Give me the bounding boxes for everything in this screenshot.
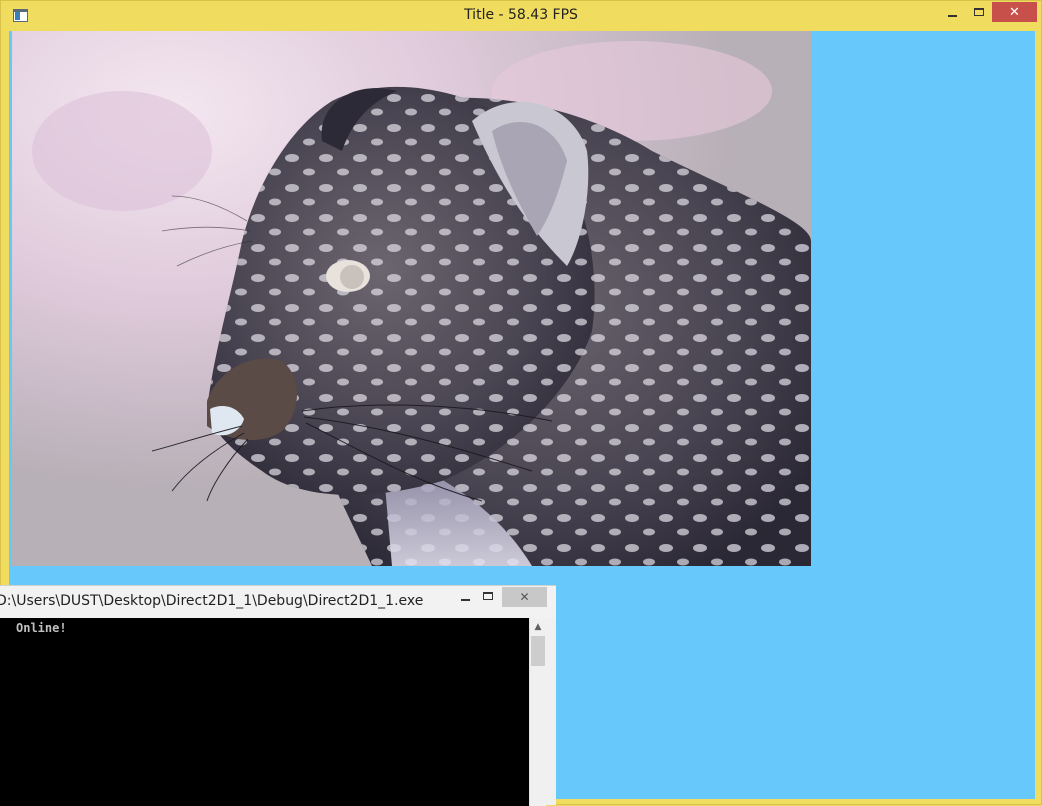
console-close-button[interactable]: ✕ xyxy=(502,587,547,607)
console-window: D:\Users\DUST\Desktop\Direct2D1_1\Debug\… xyxy=(0,585,556,806)
console-titlebar[interactable]: D:\Users\DUST\Desktop\Direct2D1_1\Debug\… xyxy=(0,586,556,618)
minimize-button[interactable] xyxy=(939,2,965,22)
chevron-up-icon: ▲ xyxy=(534,621,542,632)
console-line: Online! xyxy=(16,621,67,635)
console-scrollbar[interactable]: ▲ xyxy=(529,618,546,806)
console-maximize-button[interactable] xyxy=(476,586,500,606)
scroll-thumb[interactable] xyxy=(531,636,545,666)
close-icon: ✕ xyxy=(519,590,530,604)
leopard-bitmap xyxy=(12,31,811,566)
maximize-icon xyxy=(974,8,984,16)
scroll-up-button[interactable]: ▲ xyxy=(530,618,546,635)
console-title: D:\Users\DUST\Desktop\Direct2D1_1\Debug\… xyxy=(0,593,424,609)
console-output[interactable]: Online! xyxy=(0,618,529,806)
main-titlebar[interactable]: Title - 58.43 FPS ✕ xyxy=(1,1,1041,31)
close-icon: ✕ xyxy=(1009,4,1020,20)
close-button[interactable]: ✕ xyxy=(992,2,1037,22)
rendered-bitmap-icon xyxy=(12,31,811,566)
maximize-icon xyxy=(483,592,493,600)
window-title: Title - 58.43 FPS xyxy=(464,7,578,23)
minimize-icon xyxy=(947,15,957,17)
minimize-icon xyxy=(460,599,470,601)
maximize-button[interactable] xyxy=(966,2,992,22)
console-minimize-button[interactable] xyxy=(455,586,475,606)
